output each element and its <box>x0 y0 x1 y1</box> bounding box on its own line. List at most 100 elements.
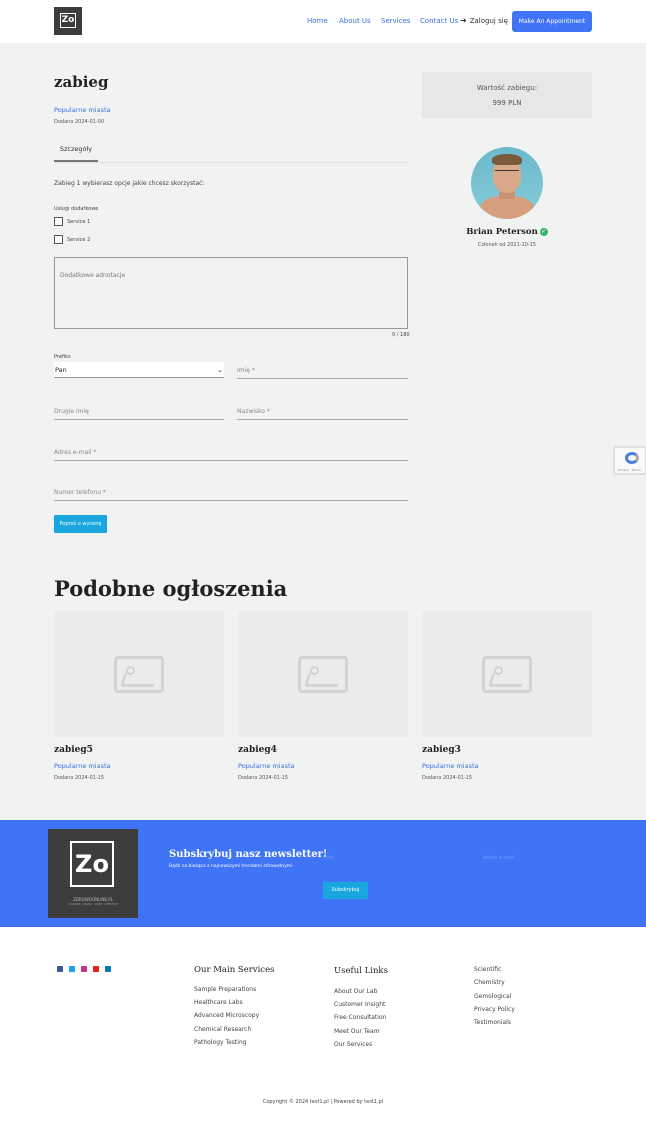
footer-link[interactable]: Pathology Testing <box>194 1039 247 1046</box>
request-quote-button[interactable]: Poproś o wycenę <box>54 515 107 533</box>
card-category[interactable]: Popularne miasta <box>422 762 478 770</box>
image-placeholder-icon <box>114 656 164 693</box>
member-since: Członek od 2021-10-15 <box>477 242 537 248</box>
newsletter-name-input[interactable]: Imię <box>323 855 473 866</box>
instagram-icon[interactable] <box>81 966 87 972</box>
twitter-icon[interactable] <box>69 966 75 972</box>
nav-about-us[interactable]: About Us <box>339 17 371 25</box>
footer-link[interactable]: Privacy Policy <box>474 1006 515 1013</box>
subscribe-button[interactable]: Subskrybuj <box>323 882 368 899</box>
card-title[interactable]: zabieg4 <box>238 745 277 755</box>
card-title[interactable]: zabieg5 <box>54 745 93 755</box>
last-name-placeholder: Nazwisko * <box>237 408 270 415</box>
facebook-icon[interactable] <box>57 966 63 972</box>
footer-link[interactable]: Customer Insight <box>334 1001 385 1008</box>
intro-text: Zabieg 1 wybierasz opcje jakie chcesz sk… <box>54 180 205 187</box>
service-1-checkbox[interactable] <box>54 217 63 226</box>
avatar-body <box>479 196 535 219</box>
footer-link[interactable]: Advanced Microscopy <box>194 1012 259 1019</box>
value-label: Wartość zabiegu: <box>476 84 538 92</box>
newsletter-email-input[interactable]: Adres e-mail <box>483 855 633 866</box>
card-category[interactable]: Popularne miasta <box>54 762 110 770</box>
sign-in-icon: ➜ <box>460 16 467 25</box>
recaptcha-badge[interactable]: Privacy - Terms <box>614 447 646 474</box>
youtube-icon[interactable] <box>93 966 99 972</box>
second-name-field[interactable]: Drugie imię <box>54 406 224 420</box>
footer-link[interactable]: Sample Preparations <box>194 986 256 993</box>
footer-link[interactable]: Healthcare Labs <box>194 999 243 1006</box>
avatar-hair <box>492 154 522 165</box>
recaptcha-footer: Privacy - Terms <box>618 468 641 472</box>
last-name-field[interactable]: Nazwisko * <box>237 406 408 420</box>
nav-home[interactable]: Home <box>307 17 328 25</box>
category-link[interactable]: Popularne miasta <box>54 106 110 114</box>
added-date: Dodano 2024-01-00 <box>54 119 105 125</box>
card-category[interactable]: Popularne miasta <box>238 762 294 770</box>
first-name-placeholder: Imię * <box>237 367 255 374</box>
copyright: Copyright © 2024 test1.pl | Powered by t… <box>262 1099 384 1105</box>
logo-text: Zo <box>60 13 76 28</box>
verified-icon: ✓ <box>539 227 548 236</box>
newsletter-logo-text: Zo <box>70 841 114 887</box>
footer-link[interactable]: Chemistry <box>474 979 505 986</box>
user-name[interactable]: Brian Peterson ✓ <box>422 227 592 237</box>
linkedin-icon[interactable] <box>105 966 111 972</box>
avatar[interactable] <box>471 147 543 219</box>
phone-field[interactable]: Numer telefonu * <box>54 487 408 501</box>
footer-link[interactable]: Scientific <box>474 966 501 973</box>
tab-details[interactable]: Szczegóły <box>54 145 98 153</box>
card-date: Dodano 2024-01-15 <box>238 775 289 781</box>
value-amount: 999 PLN <box>492 99 522 107</box>
similar-heading: Podobne ogłoszenia <box>54 576 288 601</box>
prefix-select[interactable]: Pan ⌄ <box>54 362 224 378</box>
service-2-checkbox[interactable] <box>54 235 63 244</box>
service-1-label: Service 1 <box>67 219 91 225</box>
nav-contact-us[interactable]: Contact Us <box>420 17 458 25</box>
footer-link[interactable]: Our Services <box>334 1041 372 1048</box>
recaptcha-icon <box>625 452 639 464</box>
newsletter-logo: Zo ZDROWOONLINE.PL ZDROWIE · URODA · SPO… <box>48 829 138 918</box>
user-name-text: Brian Peterson <box>466 227 538 237</box>
value-box: Wartość zabiegu: 999 PLN <box>422 72 592 118</box>
email-field[interactable]: Adres e-mail * <box>54 447 408 461</box>
newsletter-email-placeholder: Adres e-mail <box>483 855 515 861</box>
newsletter-description: Bądź na bieżąco z najnowszymi trendami z… <box>169 864 293 869</box>
footer-link[interactable]: Free Consultation <box>334 1014 386 1021</box>
first-name-field[interactable]: Imię * <box>237 365 408 379</box>
prefix-label: Prefiks <box>54 354 71 360</box>
second-name-placeholder: Drugie imię <box>54 408 89 415</box>
footer-link[interactable]: Gemological <box>474 993 511 1000</box>
login-link[interactable]: ➜ Zaloguj się <box>460 16 508 25</box>
card-title[interactable]: zabieg3 <box>422 745 461 755</box>
newsletter-title: Subskrybuj nasz newsletter! <box>169 849 328 860</box>
footer-useful-links-title: Useful Links <box>334 966 388 976</box>
listing-title: zabieg <box>54 73 109 91</box>
image-placeholder-icon <box>298 656 348 693</box>
extras-label: Usługi dodatkowe <box>54 206 99 212</box>
nav-services[interactable]: Services <box>381 17 411 25</box>
card-image-placeholder[interactable] <box>422 611 592 737</box>
card-date: Dodano 2024-01-15 <box>422 775 473 781</box>
email-placeholder: Adres e-mail * <box>54 449 97 456</box>
prefix-value: Pan <box>55 366 67 374</box>
card-image-placeholder[interactable] <box>238 611 408 737</box>
footer-link[interactable]: About Our Lab <box>334 988 377 995</box>
newsletter-name-placeholder: Imię <box>323 855 334 861</box>
newsletter-logo-subtitle: ZDROWOONLINE.PL <box>73 897 113 902</box>
newsletter-logo-tagline: ZDROWIE · URODA · SPORT · LIFESTYLE <box>68 903 118 906</box>
footer-link[interactable]: Meet Our Team <box>334 1028 380 1035</box>
notes-textarea[interactable]: Dodatkowe adnotacje <box>54 257 408 329</box>
card-date: Dodano 2024-01-15 <box>54 775 105 781</box>
chevron-down-icon: ⌄ <box>217 366 223 374</box>
service-2-label: Service 2 <box>67 237 91 243</box>
login-label: Zaloguj się <box>469 17 508 25</box>
tab-divider <box>54 162 408 163</box>
avatar-glasses <box>495 170 519 175</box>
footer-link[interactable]: Chemical Research <box>194 1026 251 1033</box>
site-logo[interactable]: Zo <box>54 7 82 35</box>
notes-placeholder: Dodatkowe adnotacje <box>60 272 126 279</box>
footer-link[interactable]: Testimonials <box>474 1019 511 1026</box>
make-appointment-button[interactable]: Make An Appointment <box>512 11 592 32</box>
char-counter: 0 / 180 <box>392 332 410 338</box>
card-image-placeholder[interactable] <box>54 611 224 737</box>
